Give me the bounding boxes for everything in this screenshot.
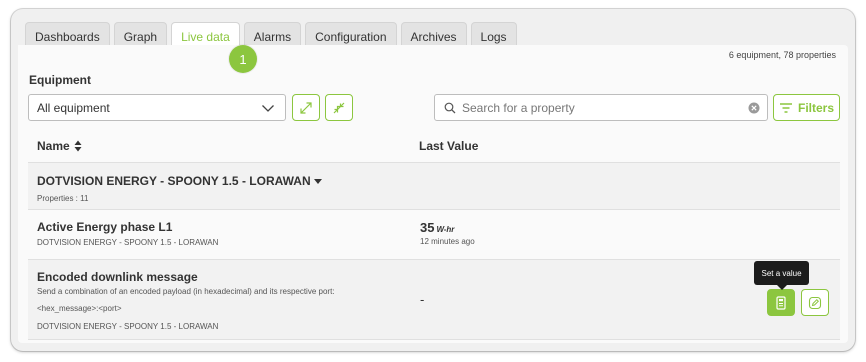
property-value: 35 W-hr (420, 220, 454, 235)
property-search (434, 94, 768, 121)
filters-label: Filters (797, 100, 834, 115)
table-row[interactable]: Encoded downlink message Send a combinat… (28, 260, 840, 340)
chevron-down-icon (262, 105, 274, 112)
equipment-select[interactable]: All equipment (28, 94, 286, 121)
set-value-tooltip: Set a value (754, 261, 809, 290)
last-value-column-header: Last Value (419, 139, 479, 153)
edit-icon (808, 296, 822, 309)
property-value: - (420, 292, 425, 307)
filters-button[interactable]: Filters (773, 94, 840, 121)
equipment-group-row[interactable]: DOTVISION ENERGY - SPOONY 1.5 - LORAWAN … (28, 163, 840, 210)
property-value-number: 35 (420, 220, 435, 235)
group-title: DOTVISION ENERGY - SPOONY 1.5 - LORAWAN (37, 174, 322, 188)
equipment-label: Equipment (29, 73, 91, 87)
caret-down-icon (313, 179, 322, 184)
search-icon (444, 102, 456, 113)
set-value-icon (776, 295, 786, 310)
property-updated: 12 minutes ago (420, 237, 475, 246)
property-equipment: DOTVISION ENERGY - SPOONY 1.5 - LORAWAN (37, 322, 219, 331)
edit-property-button[interactable] (801, 289, 829, 316)
property-unit: W-hr (436, 225, 455, 234)
name-header-label: Name (37, 139, 70, 153)
property-equipment: DOTVISION ENERGY - SPOONY 1.5 - LORAWAN (37, 238, 219, 247)
collapse-all-button[interactable] (325, 94, 353, 121)
search-input[interactable] (462, 100, 742, 115)
filter-icon (779, 102, 792, 113)
step-badge: 1 (229, 45, 257, 73)
group-name: DOTVISION ENERGY - SPOONY 1.5 - LORAWAN (37, 174, 311, 188)
set-value-button[interactable] (767, 289, 795, 316)
expand-all-button[interactable] (292, 94, 320, 121)
collapse-icon (333, 102, 345, 113)
table-header: Name Last Value (28, 130, 840, 163)
sort-icon (74, 140, 82, 152)
properties-table: Name Last Value DOTVISION ENERGY - SPOON… (28, 130, 840, 340)
table-row[interactable]: Active Energy phase L1 DOTVISION ENERGY … (28, 210, 840, 260)
equipment-summary: 6 equipment, 78 properties (728, 50, 836, 60)
property-description: Send a combination of an encoded payload… (37, 287, 335, 296)
clear-search-icon[interactable] (748, 102, 760, 114)
expand-icon (300, 101, 312, 114)
group-property-count: Properties : 11 (37, 194, 89, 203)
property-name: Active Energy phase L1 (37, 220, 173, 234)
equipment-select-value: All equipment (37, 100, 110, 115)
property-name: Encoded downlink message (37, 270, 198, 284)
name-column-header[interactable]: Name (37, 139, 82, 153)
property-description-format: <hex_message>:<port> (37, 304, 122, 313)
